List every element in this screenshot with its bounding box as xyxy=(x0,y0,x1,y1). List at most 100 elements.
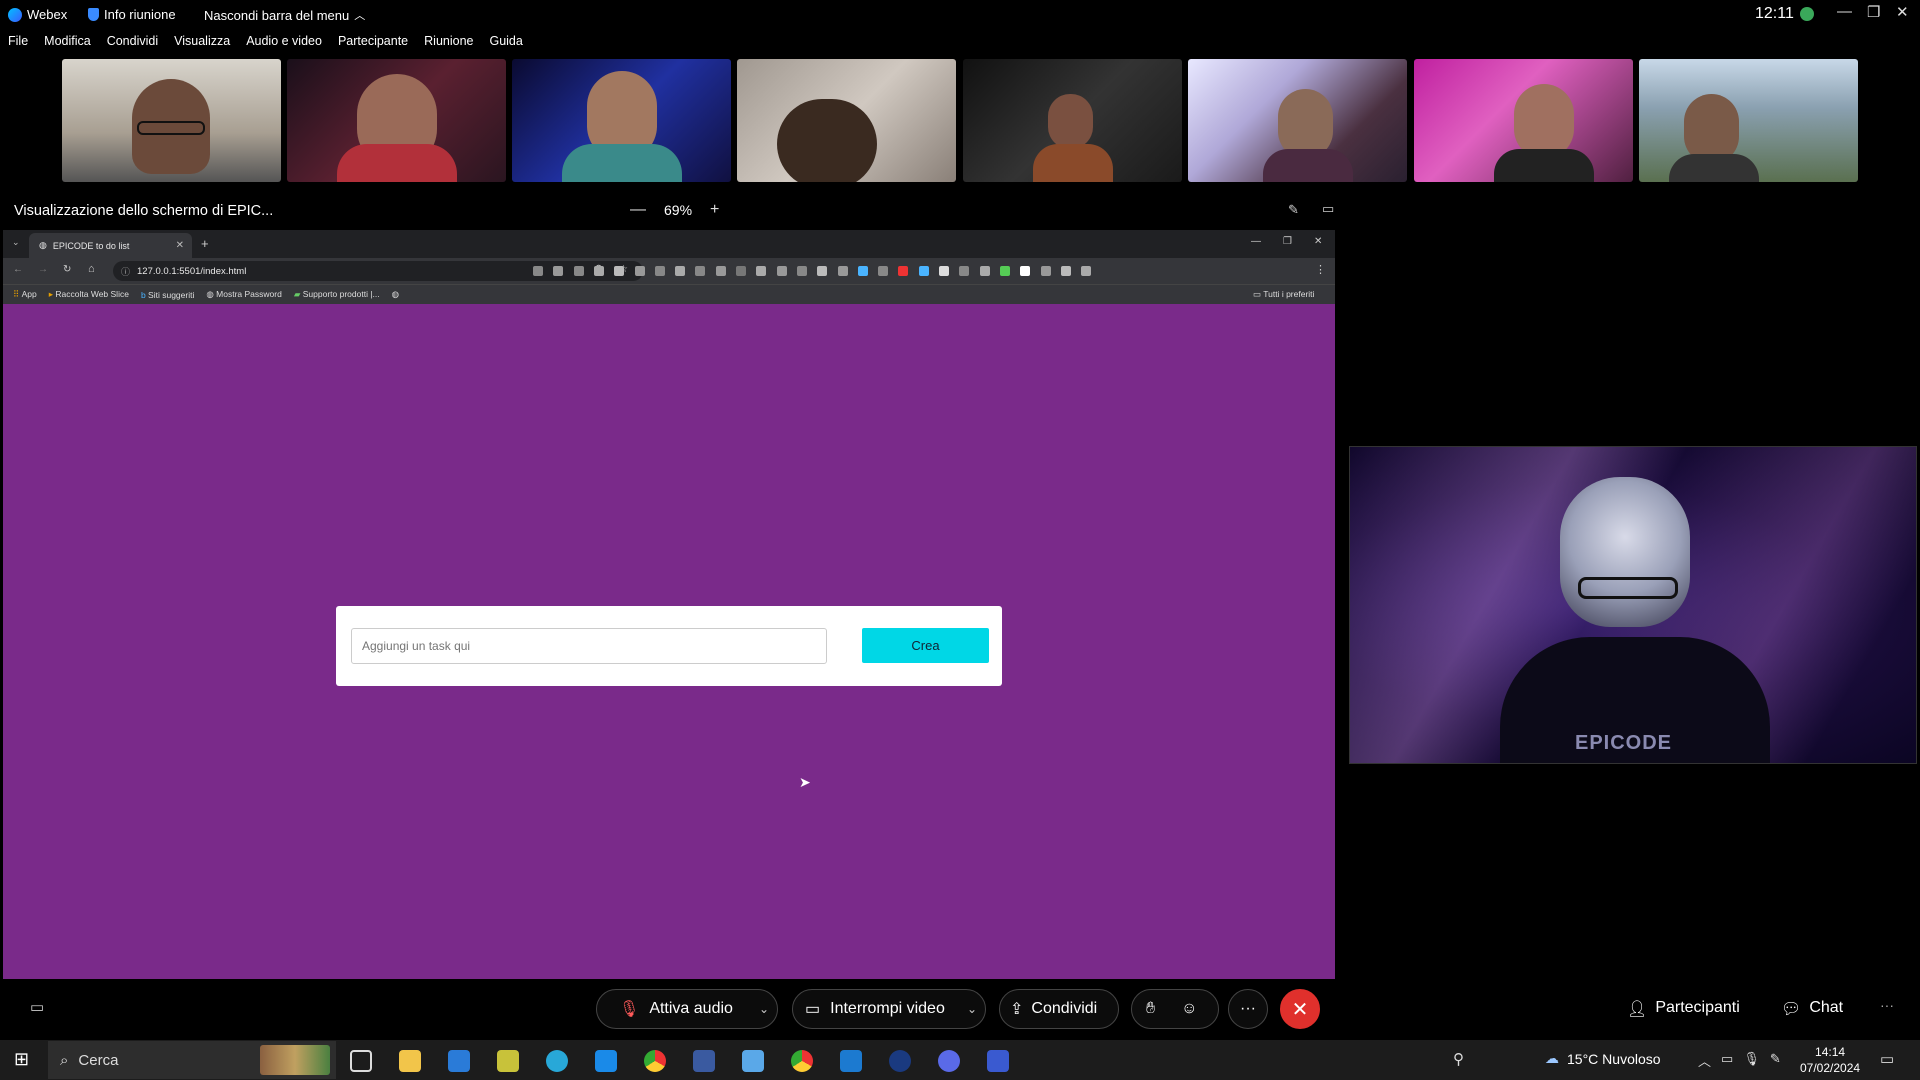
browser-tab[interactable]: ◍ EPICODE to do list ✕ xyxy=(29,233,192,258)
bookmark-password[interactable]: ◍ Mostra Password xyxy=(206,289,281,300)
share-button[interactable]: ⇪ Condividi xyxy=(999,989,1119,1029)
browser-extension-icon[interactable] xyxy=(857,266,868,276)
minimize-icon[interactable]: — xyxy=(1837,3,1852,20)
browser-extension-icon[interactable] xyxy=(654,266,665,276)
vscode-icon[interactable] xyxy=(840,1050,862,1072)
browser-extension-icon[interactable] xyxy=(533,266,543,276)
menu-guida[interactable]: Guida xyxy=(481,31,530,53)
create-button[interactable]: Crea xyxy=(862,628,989,663)
menu-modifica[interactable]: Modifica xyxy=(36,31,99,53)
browser-extension-icon[interactable] xyxy=(776,266,787,276)
tab-close-icon[interactable]: ✕ xyxy=(176,240,184,251)
browser-extension-icon[interactable] xyxy=(939,266,949,276)
browser-extension-icon[interactable] xyxy=(614,266,625,276)
browser-extension-icon[interactable] xyxy=(675,266,686,276)
browser-extension-icon[interactable] xyxy=(573,266,584,276)
browser-extension-icon[interactable] xyxy=(837,266,848,276)
browser-extension-icon[interactable] xyxy=(999,266,1010,276)
browser-extension-icon[interactable] xyxy=(553,266,564,276)
tab-search-icon[interactable]: ⌄ xyxy=(12,237,20,248)
participant-video-6[interactable] xyxy=(1188,59,1407,182)
back-icon[interactable]: ← xyxy=(13,264,23,275)
windows-start-icon[interactable]: ⊞ xyxy=(14,1049,29,1070)
taskbar-search[interactable]: ⌕ Cerca xyxy=(48,1041,336,1079)
meeting-info-button[interactable]: Info riunione xyxy=(88,7,176,22)
task-input[interactable] xyxy=(351,628,827,664)
participant-video-1[interactable] xyxy=(62,59,281,182)
participant-video-8[interactable] xyxy=(1639,59,1858,182)
browser-extension-icon[interactable] xyxy=(1040,266,1051,276)
chat-button[interactable]: 💬︎ Chat xyxy=(1781,999,1843,1019)
browser-extension-icon[interactable] xyxy=(979,266,990,276)
word-app-icon[interactable] xyxy=(595,1050,617,1072)
all-favorites[interactable]: ▭ Tutti i preferiti xyxy=(1253,289,1314,300)
menu-visualizza[interactable]: Visualizza xyxy=(166,31,238,53)
notes-app-icon[interactable] xyxy=(497,1050,519,1072)
microphone-icon[interactable]: 🎙︎ xyxy=(1743,1051,1760,1070)
browser-extension-icon[interactable] xyxy=(715,266,726,276)
menu-audio-video[interactable]: Audio e video xyxy=(238,31,330,53)
browser-restore-icon[interactable]: ❐ xyxy=(1283,236,1292,247)
browser-minimize-icon[interactable]: — xyxy=(1251,236,1261,247)
store-icon[interactable] xyxy=(448,1050,470,1072)
browser-close-icon[interactable]: ✕ xyxy=(1314,236,1322,247)
unmute-button[interactable]: 🎙︎ Attiva audio ⌄ xyxy=(596,989,778,1029)
bookmark-extra[interactable]: ◍ xyxy=(392,289,399,300)
browser-extension-icon[interactable] xyxy=(695,266,706,276)
participant-video-7[interactable] xyxy=(1414,59,1633,182)
pen-icon[interactable]: ✎ xyxy=(1770,1051,1781,1070)
raise-hand-icon[interactable]: ✋︎ xyxy=(1146,1000,1155,1018)
weather-widget[interactable]: ☁ 15°C Nuvoloso xyxy=(1545,1050,1661,1067)
menu-partecipante[interactable]: Partecipante xyxy=(330,31,416,53)
browser-extension-icon[interactable] xyxy=(959,266,970,276)
taskbar-clock[interactable]: 14:14 07/02/2024 xyxy=(1800,1044,1860,1076)
browser-extension-icon[interactable] xyxy=(918,266,929,276)
menu-riunione[interactable]: Riunione xyxy=(416,31,481,53)
close-icon[interactable]: ✕ xyxy=(1896,3,1909,21)
panel-more-icon[interactable]: ··· xyxy=(1880,997,1894,1013)
browser-extension-icon[interactable] xyxy=(1060,266,1071,276)
participant-video-2[interactable] xyxy=(287,59,506,182)
feather-app-icon[interactable] xyxy=(742,1050,764,1072)
chevron-up-icon[interactable]: ︿ xyxy=(1698,1051,1711,1070)
browser-extension-icon[interactable] xyxy=(593,266,604,276)
copilot-icon[interactable]: ⚲ xyxy=(1453,1050,1464,1068)
notification-icon[interactable]: ▭ xyxy=(1880,1050,1894,1068)
browser-extension-icon[interactable] xyxy=(796,266,807,276)
browser-extension-icon[interactable] xyxy=(756,266,767,276)
browser-extension-icon[interactable] xyxy=(898,266,909,276)
site-info-icon[interactable]: ⓘ xyxy=(121,265,130,278)
participant-video-3[interactable] xyxy=(512,59,731,182)
browser-extension-icon[interactable] xyxy=(736,266,746,276)
menu-file[interactable]: File xyxy=(0,31,36,53)
address-bar[interactable]: ⓘ 127.0.0.1:5501/index.html ⚲ ☆ xyxy=(113,261,643,281)
participant-video-4[interactable] xyxy=(737,59,956,182)
home-icon[interactable]: ⌂ xyxy=(88,263,95,275)
browser-menu-icon[interactable]: ⋮ xyxy=(1315,263,1326,276)
active-speaker-video[interactable]: EPICODE xyxy=(1349,446,1917,764)
task-view-icon[interactable] xyxy=(350,1050,372,1072)
bookmark-support[interactable]: ▰ Supporto prodotti |... xyxy=(294,289,380,300)
participants-button[interactable]: 👤︎ Partecipanti xyxy=(1627,999,1740,1019)
reload-icon[interactable]: ↻ xyxy=(63,264,71,275)
reactions-icon[interactable]: ☺ xyxy=(1181,1000,1197,1018)
browser-extension-icon[interactable] xyxy=(878,266,889,276)
participant-video-5[interactable] xyxy=(963,59,1182,182)
remote-control-icon[interactable]: ▭ xyxy=(1322,201,1334,217)
chrome-icon[interactable] xyxy=(644,1050,666,1072)
bookmark-web-slice[interactable]: ▸ Raccolta Web Slice xyxy=(49,289,129,300)
network-icon[interactable]: ▭ xyxy=(1721,1051,1733,1070)
webex-taskbar-icon[interactable] xyxy=(889,1050,911,1072)
user-status-avatar[interactable] xyxy=(1800,7,1814,21)
edge-icon[interactable] xyxy=(546,1050,568,1072)
audio-options-chevron-icon[interactable]: ⌄ xyxy=(759,1002,769,1016)
snipping-tool-icon[interactable] xyxy=(987,1050,1009,1072)
leave-meeting-button[interactable]: ✕ xyxy=(1280,989,1320,1029)
hide-menu-button[interactable]: Nascondi barra del menu ︿ xyxy=(204,7,365,23)
annotate-icon[interactable]: ✎ xyxy=(1288,202,1299,218)
stop-video-button[interactable]: ▭ Interrompi video ⌄ xyxy=(792,989,986,1029)
chrome-profile-icon[interactable] xyxy=(791,1050,813,1072)
restore-icon[interactable]: ❐ xyxy=(1867,3,1880,21)
calculator-icon[interactable] xyxy=(693,1050,715,1072)
bookmark-apps[interactable]: ⠿ App xyxy=(13,289,37,300)
